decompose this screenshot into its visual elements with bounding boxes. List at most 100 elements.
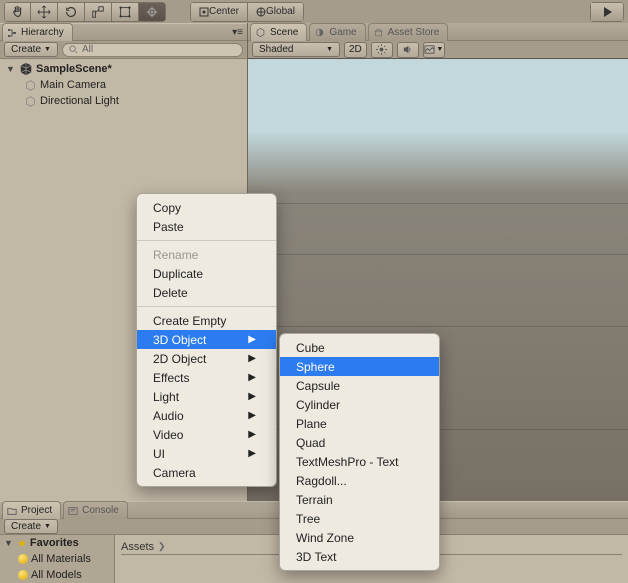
menu-item-duplicate[interactable]: Duplicate bbox=[137, 264, 276, 283]
fav-all-materials[interactable]: All Materials bbox=[0, 551, 114, 567]
menu-item-label: Terrain bbox=[296, 493, 333, 507]
context-submenu-3d-object: Cube Sphere Capsule Cylinder PlaneQuadTextMe… bbox=[279, 333, 440, 571]
search-icon bbox=[69, 45, 78, 54]
gameobject-icon bbox=[24, 79, 37, 92]
audio-icon bbox=[402, 44, 413, 55]
scene-root-item[interactable]: ▼ SampleScene* bbox=[0, 61, 247, 77]
game-tab[interactable]: Game bbox=[309, 23, 365, 41]
menu-item-tree[interactable]: Tree bbox=[280, 509, 439, 528]
handle-rotation-label: Global bbox=[266, 6, 295, 17]
menu-separator bbox=[137, 240, 276, 241]
project-tab[interactable]: Project bbox=[2, 501, 61, 519]
menu-item-camera[interactable]: Camera bbox=[137, 463, 276, 482]
menu-item-delete[interactable]: Delete bbox=[137, 283, 276, 302]
menu-item-3d-object[interactable]: 3D Object ▶ bbox=[137, 330, 276, 349]
asset-store-tab[interactable]: Asset Store bbox=[368, 23, 449, 41]
menu-item-cube[interactable]: Cube bbox=[280, 338, 439, 357]
menu-item-ragdoll-[interactable]: Ragdoll... bbox=[280, 471, 439, 490]
context-menu: Copy Paste Rename Duplicate Delete Create Emp… bbox=[136, 193, 277, 487]
play-button[interactable] bbox=[590, 2, 624, 22]
scale-tool-button[interactable] bbox=[85, 2, 112, 22]
rect-tool-button[interactable] bbox=[112, 2, 139, 22]
play-controls bbox=[590, 2, 624, 22]
scene-fx-toggle[interactable]: ▼ bbox=[423, 42, 445, 58]
menu-item-label: Delete bbox=[153, 286, 188, 300]
hierarchy-item-directional-light[interactable]: Directional Light bbox=[0, 93, 247, 109]
menu-item-label: Cube bbox=[296, 341, 325, 355]
project-create-button[interactable]: Create▼ bbox=[4, 519, 58, 534]
toggle-2d-button[interactable]: 2D bbox=[344, 42, 367, 58]
hierarchy-search-input[interactable]: All bbox=[62, 43, 243, 57]
unity-logo-icon bbox=[19, 62, 33, 76]
menu-item-effects[interactable]: Effects ▶ bbox=[137, 368, 276, 387]
menu-item-3d-text[interactable]: 3D Text bbox=[280, 547, 439, 566]
transform-tool-button[interactable] bbox=[139, 2, 166, 22]
menu-item-copy[interactable]: Copy bbox=[137, 198, 276, 217]
panel-menu-icon[interactable]: ▾≡ bbox=[232, 27, 243, 38]
submenu-arrow-icon: ▶ bbox=[248, 334, 256, 345]
console-tab[interactable]: Console bbox=[63, 501, 128, 519]
menu-item-paste[interactable]: Paste bbox=[137, 217, 276, 236]
menu-item-create-empty[interactable]: Create Empty bbox=[137, 311, 276, 330]
scene-lighting-toggle[interactable] bbox=[371, 42, 393, 58]
menu-item-light[interactable]: Light▶ bbox=[137, 387, 276, 406]
menu-item-label: Camera bbox=[153, 466, 196, 480]
menu-item-label: Ragdoll... bbox=[296, 474, 347, 488]
chevron-right-icon: ❯ bbox=[158, 541, 166, 552]
menu-item-sphere[interactable]: Sphere bbox=[280, 357, 439, 376]
menu-item-label: Effects bbox=[153, 371, 189, 385]
scene-tab-label: Scene bbox=[270, 27, 298, 38]
sun-icon bbox=[376, 44, 387, 55]
scene-audio-toggle[interactable] bbox=[397, 42, 419, 58]
asset-store-icon bbox=[373, 27, 384, 38]
menu-item-2d-object[interactable]: 2D Object▶ bbox=[137, 349, 276, 368]
menu-item-capsule[interactable]: Capsule bbox=[280, 376, 439, 395]
menu-item-quad[interactable]: Quad bbox=[280, 433, 439, 452]
hierarchy-create-button[interactable]: Create▼ bbox=[4, 42, 58, 57]
project-create-label: Create bbox=[11, 521, 41, 532]
menu-item-ui[interactable]: UI▶ bbox=[137, 444, 276, 463]
menu-item-label: Audio bbox=[153, 409, 184, 423]
project-sidebar: ▼ ★ Favorites All Materials All Models bbox=[0, 535, 115, 583]
hierarchy-item-main-camera[interactable]: Main Camera bbox=[0, 77, 247, 93]
hand-tool-button[interactable] bbox=[4, 2, 31, 22]
submenu-arrow-icon: ▶ bbox=[248, 372, 256, 383]
menu-item-video[interactable]: Video▶ bbox=[137, 425, 276, 444]
pivot-mode-button[interactable]: Center bbox=[190, 2, 248, 22]
main-toolbar: Center Global bbox=[0, 0, 628, 23]
favorites-row[interactable]: ▼ ★ Favorites bbox=[0, 535, 114, 551]
draw-mode-dropdown[interactable]: Shaded▼ bbox=[252, 42, 340, 57]
pivot-handle-group: Center Global bbox=[190, 2, 304, 22]
fav-label: All Materials bbox=[31, 553, 91, 565]
menu-item-terrain[interactable]: Terrain bbox=[280, 490, 439, 509]
menu-item-label: Copy bbox=[153, 201, 181, 215]
hierarchy-icon bbox=[7, 28, 17, 38]
toggle-2d-label: 2D bbox=[349, 44, 362, 55]
scene-icon bbox=[255, 27, 266, 38]
scene-view-toolbar: Shaded▼ 2D ▼ bbox=[248, 41, 628, 59]
hierarchy-tab[interactable]: Hierarchy bbox=[2, 23, 73, 41]
menu-item-label: Cylinder bbox=[296, 398, 340, 412]
move-tool-button[interactable] bbox=[31, 2, 58, 22]
item-label: Directional Light bbox=[40, 95, 119, 107]
menu-item-cylinder[interactable]: Cylinder bbox=[280, 395, 439, 414]
menu-item-label: UI bbox=[153, 447, 165, 461]
scene-tab[interactable]: Scene bbox=[250, 23, 307, 41]
handle-rotation-button[interactable]: Global bbox=[248, 2, 304, 22]
hierarchy-tab-label: Hierarchy bbox=[21, 27, 64, 38]
menu-item-label: Rename bbox=[153, 248, 198, 262]
menu-item-textmeshpro-text[interactable]: TextMeshPro - Text bbox=[280, 452, 439, 471]
menu-item-audio[interactable]: Audio▶ bbox=[137, 406, 276, 425]
foldout-icon[interactable]: ▼ bbox=[4, 538, 14, 548]
foldout-icon[interactable]: ▼ bbox=[6, 64, 16, 74]
submenu-arrow-icon: ▶ bbox=[248, 353, 256, 364]
menu-item-wind-zone[interactable]: Wind Zone bbox=[280, 528, 439, 547]
menu-item-label: 3D Object bbox=[153, 333, 206, 347]
create-label: Create bbox=[11, 44, 41, 55]
menu-item-plane[interactable]: Plane bbox=[280, 414, 439, 433]
menu-item-label: 3D Text bbox=[296, 550, 336, 564]
rotate-tool-button[interactable] bbox=[58, 2, 85, 22]
menu-item-label: Sphere bbox=[296, 360, 335, 374]
game-icon bbox=[314, 27, 325, 38]
fav-all-models[interactable]: All Models bbox=[0, 567, 114, 583]
